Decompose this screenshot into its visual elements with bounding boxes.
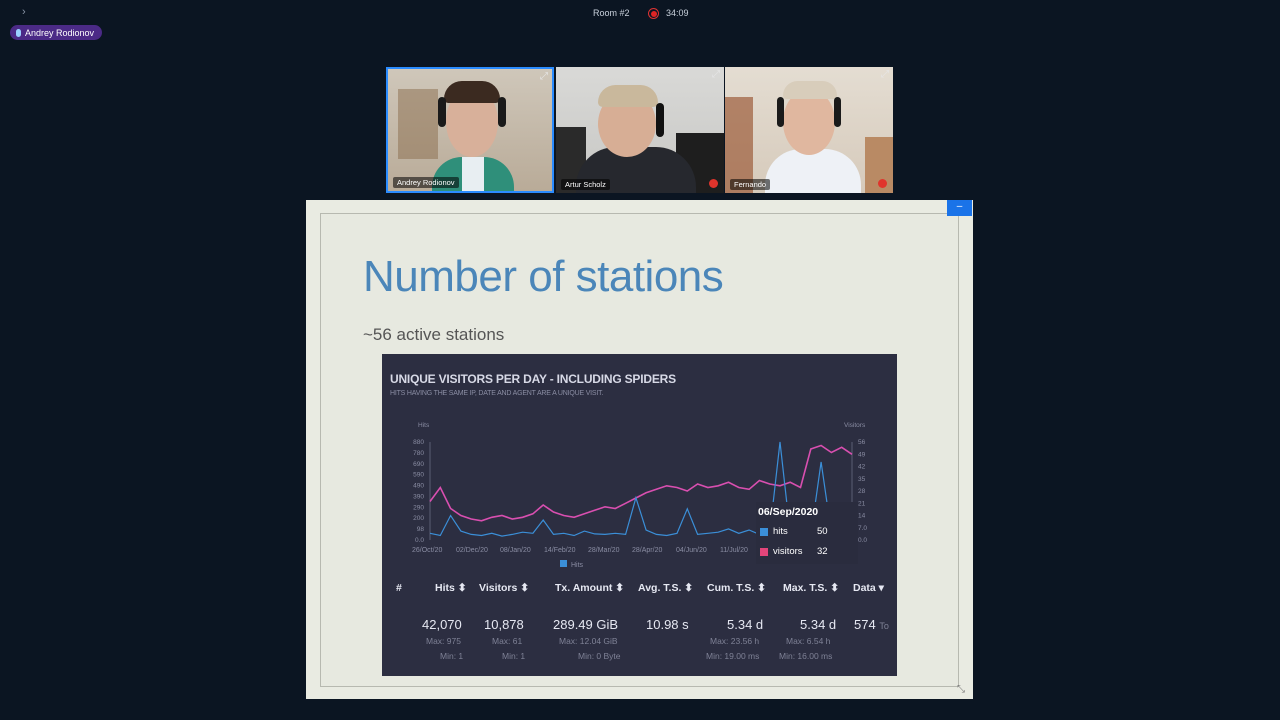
x-tick-label: 14/Feb/20 [544,547,576,554]
video-tile-andrey[interactable]: ⤢ Andrey Rodionov [386,67,554,193]
video-tile-fernando[interactable]: ⤢ Fernando [725,67,893,193]
mic-muted-icon [878,179,887,188]
left-tick-label: 290 [413,504,424,511]
x-tick-label: 28/Mar/20 [588,547,620,554]
left-tick-label: 880 [413,439,424,446]
col-header-avg-ts[interactable]: Avg. T.S. ⬍ [638,582,693,594]
tooltip-date: 06/Sep/2020 [758,506,819,518]
expand-icon[interactable]: ⤢ [712,70,720,80]
left-tick-label: 590 [413,472,424,479]
recording-icon [648,8,659,19]
expand-icon[interactable]: ⤢ [881,70,889,80]
x-tick-label: 08/Jan/20 [500,547,531,554]
right-tick-label: 7.0 [858,525,867,532]
col-header-visitors[interactable]: Visitors ⬍ [479,582,529,594]
participant-name: Artur Scholz [561,179,610,190]
max-cum-ts: Max: 23.56 h [710,636,760,646]
max-max-ts: Max: 6.54 h [786,636,831,646]
min-hits: Min: 1 [440,651,464,661]
tooltip-value: 32 [817,546,828,557]
collapse-share-button[interactable]: – [947,200,972,216]
value-data: 574 To [854,617,889,632]
col-header-cum-ts[interactable]: Cum. T.S. ⬍ [707,582,766,594]
col-header-index[interactable]: # [396,582,402,594]
left-tick-label: 200 [413,515,424,522]
x-tick-label: 02/Dec/20 [456,547,488,554]
col-header-tx-amount[interactable]: Tx. Amount ⬍ [555,582,624,594]
visitors-swatch [760,547,768,556]
slide-subtitle: ~56 active stations [363,325,505,344]
legend-swatch [560,560,567,567]
expand-icon[interactable]: ⤢ [540,72,548,82]
right-tick-label: 49 [858,451,866,458]
tooltip-row-visitors: visitors 32 [760,546,828,557]
hits-swatch [760,527,768,536]
min-max-ts: Min: 16.00 ms [779,651,833,661]
right-tick-label: 56 [858,439,866,446]
left-tick-label: 690 [413,461,424,468]
tooltip-label: visitors [773,546,803,557]
x-tick-label: 11/Jul/20 [720,547,748,554]
visitors-chart-panel: UNIQUE VISITORS PER DAY - INCLUDING SPID… [382,354,897,676]
min-tx-amount: Min: 0 Byte [578,651,621,661]
room-name: Room #2 [593,8,630,18]
value-avg-ts: 10.98 s [646,617,689,632]
min-cum-ts: Min: 19.00 ms [706,651,760,661]
right-tick-label: 28 [858,488,866,495]
col-header-max-ts[interactable]: Max. T.S. ⬍ [783,582,839,594]
resize-icon[interactable]: ⤡ [957,684,965,695]
tooltip-label: hits [773,526,788,537]
col-header-hits[interactable]: Hits ⬍ [435,582,467,594]
value-tx-amount: 289.49 GiB [553,617,619,632]
participant-name: Andrey Rodionov [393,177,459,188]
x-tick-label: 28/Apr/20 [632,547,662,554]
left-tick-label: 98 [417,526,425,533]
tooltip-row-hits: hits 50 [760,526,828,537]
active-speaker-name: Andrey Rodionov [25,27,95,38]
left-tick-label: 0.0 [415,537,424,544]
video-tile-artur[interactable]: ⤢ Artur Scholz [556,67,724,193]
right-tick-label: 42 [858,464,866,471]
tooltip-value: 50 [817,526,828,537]
chart-tooltip: 06/Sep/2020 hits 50 visitors 32 [756,502,858,564]
slide-title: Number of stations [363,252,724,301]
right-tick-label: 14 [858,513,866,520]
right-tick-label: 0.0 [858,537,867,544]
right-tick-label: 21 [858,500,866,507]
value-max-ts: 5.34 d [800,617,837,632]
recording-timer: 34:09 [666,8,689,18]
meeting-top-bar: › Room #2 34:09 [0,0,1280,28]
x-tick-label: 04/Jun/20 [676,547,707,554]
video-tiles: ⤢ Andrey Rodionov ⤢ Artur Scholz ⤢ Ferna… [386,67,894,193]
microphone-icon [16,28,21,37]
value-visitors: 10,878 [484,617,524,632]
mic-muted-icon [709,179,718,188]
max-hits: Max: 975 [426,636,461,646]
participant-name: Fernando [730,179,771,190]
min-visitors: Min: 1 [502,651,526,661]
participant-silhouette [765,149,861,193]
left-tick-label: 490 [413,483,424,490]
col-header-data[interactable]: Data ▾ [853,582,884,594]
x-tick-label: 26/Oct/20 [412,547,442,554]
left-tick-label: 390 [413,493,424,500]
chart-title: UNIQUE VISITORS PER DAY - INCLUDING SPID… [390,372,676,386]
active-speaker-badge: Andrey Rodionov [10,25,103,40]
legend-label: Hits [571,562,584,569]
value-hits: 42,070 [422,617,462,632]
left-tick-label: 780 [413,450,424,457]
max-visitors: Max: 61 [492,636,523,646]
right-tick-label: 35 [858,476,866,483]
chart-subtitle: HITS HAVING THE SAME IP, DATE AND AGENT … [390,390,604,397]
chevron-right-icon[interactable]: › [22,6,26,18]
value-cum-ts: 5.34 d [727,617,764,632]
max-tx-amount: Max: 12.04 GiB [559,636,618,646]
